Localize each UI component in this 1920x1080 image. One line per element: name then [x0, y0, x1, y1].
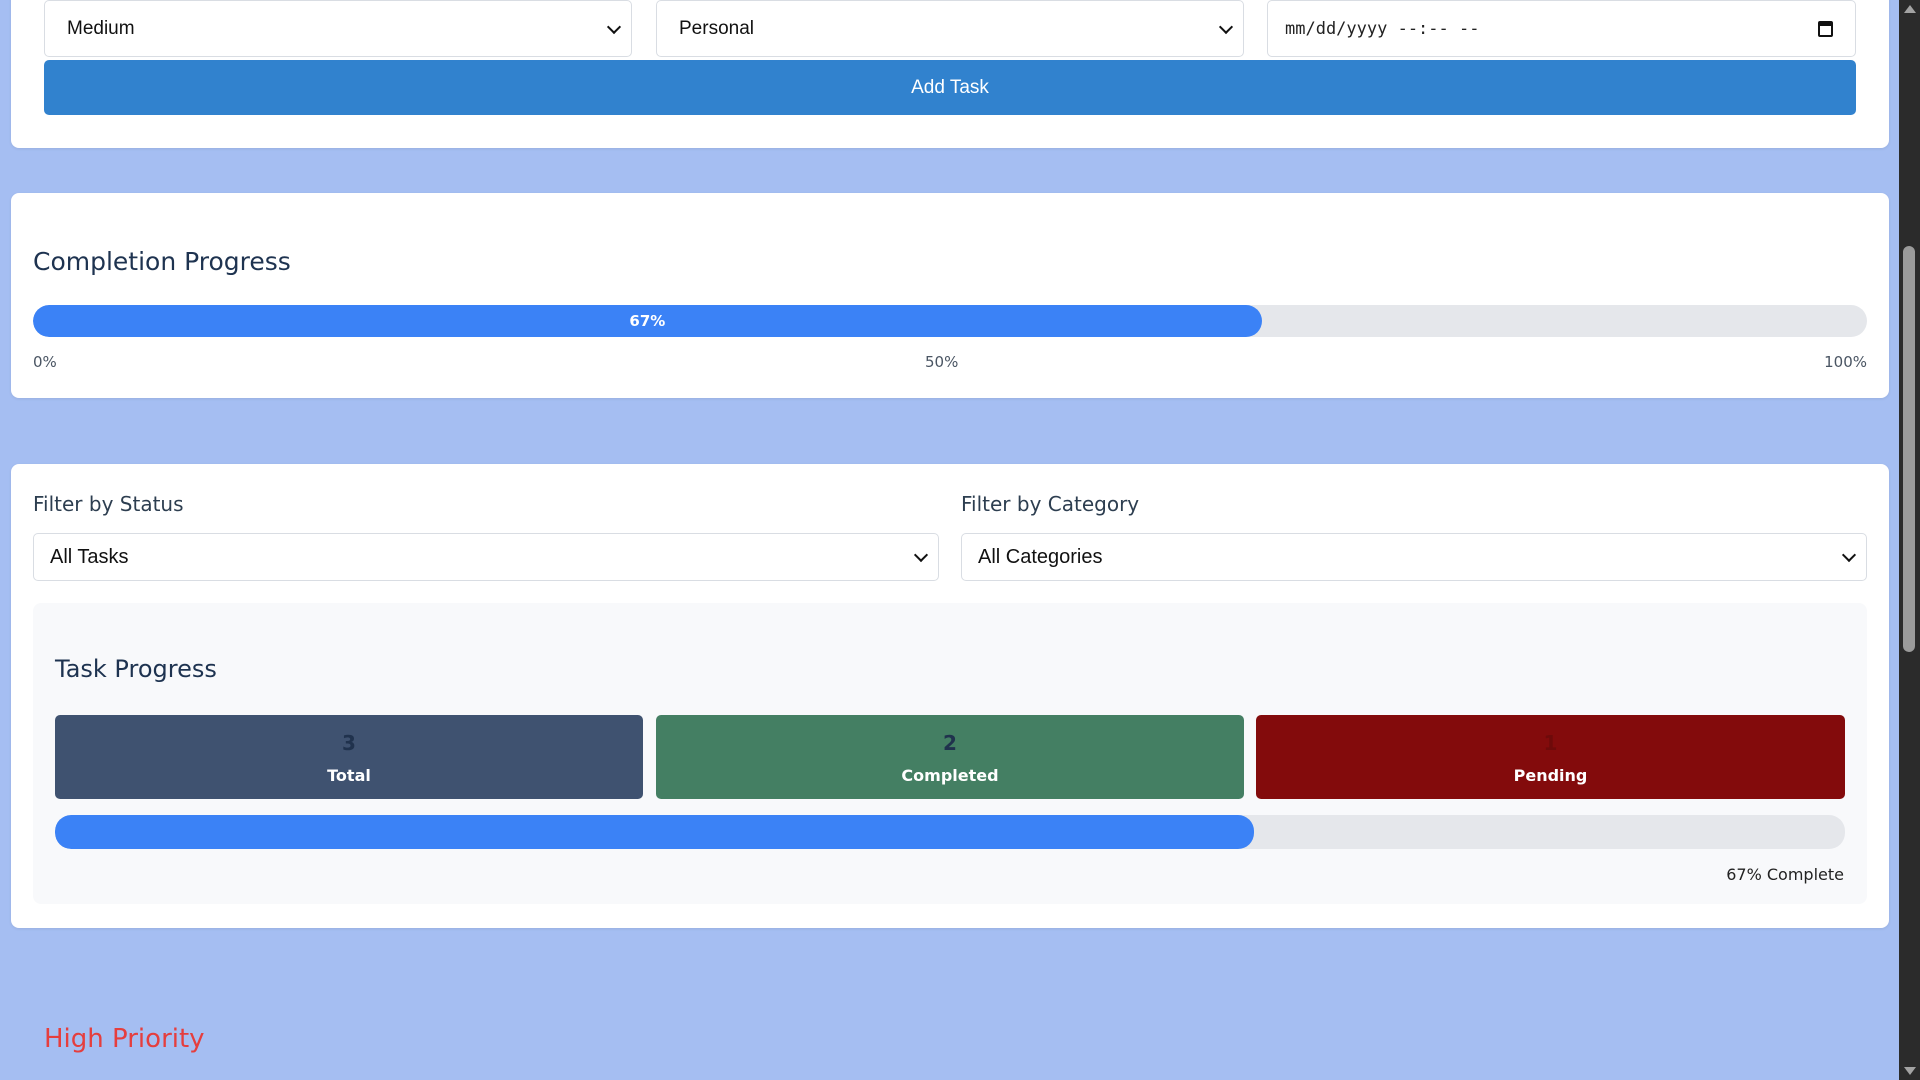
priority-select[interactable]: Medium	[44, 0, 632, 57]
stat-total: 3 Total	[55, 715, 643, 799]
stat-total-value: 3	[342, 731, 356, 755]
filter-status-select[interactable]: All Tasks	[33, 533, 939, 581]
stat-total-label: Total	[327, 766, 371, 785]
due-date-input[interactable]: mm/dd/yyyy --:-- --	[1267, 0, 1856, 57]
completion-percent-label: 67%	[629, 312, 666, 330]
scroll-down-arrow-icon[interactable]	[1904, 1067, 1916, 1075]
tick-label-50: 50%	[925, 353, 959, 371]
stat-completed: 2 Completed	[656, 715, 1244, 799]
stat-completed-label: Completed	[901, 766, 999, 785]
scrollbar-thumb[interactable]	[1903, 246, 1915, 652]
chevron-down-icon	[606, 19, 622, 34]
completion-progress-fill: 67%	[33, 305, 1262, 337]
filter-category-label: Filter by Category	[961, 492, 1140, 516]
tick-label-0: 0%	[33, 353, 57, 371]
filter-status-value: All Tasks	[50, 545, 129, 568]
task-form-card: Medium Personal mm/dd/yyyy --:-- -- Add …	[11, 0, 1889, 148]
filter-category-value: All Categories	[978, 545, 1103, 568]
task-progress-panel: Task Progress 3 Total 2 Completed 1 Pend…	[33, 603, 1867, 904]
chevron-down-icon	[1841, 547, 1857, 563]
completion-progress-track: 67%	[33, 305, 1867, 337]
completion-progress-title: Completion Progress	[33, 247, 291, 276]
filter-category-select[interactable]: All Categories	[961, 533, 1867, 581]
chevron-down-icon	[1218, 19, 1234, 34]
stat-completed-value: 2	[943, 731, 957, 755]
stat-pending-value: 1	[1543, 731, 1558, 755]
chevron-down-icon	[913, 547, 929, 563]
stat-pending-label: Pending	[1513, 766, 1588, 785]
calendar-icon[interactable]	[1818, 20, 1833, 37]
task-progress-title: Task Progress	[55, 655, 217, 683]
stat-pending: 1 Pending	[1256, 715, 1845, 799]
filter-status-label: Filter by Status	[33, 492, 184, 516]
page-scrollbar[interactable]	[1899, 0, 1920, 1080]
high-priority-title: High Priority	[44, 1024, 205, 1054]
completion-progress-card: Completion Progress 67% 0% 50% 100%	[11, 193, 1889, 398]
add-task-button[interactable]: Add Task	[44, 60, 1856, 115]
tick-label-100: 100%	[1824, 353, 1867, 371]
task-progress-track	[55, 815, 1845, 849]
category-select-value: Personal	[679, 17, 754, 39]
priority-select-value: Medium	[67, 17, 135, 39]
task-progress-fill	[55, 815, 1255, 849]
page: Medium Personal mm/dd/yyyy --:-- -- Add …	[0, 0, 1899, 1080]
scroll-up-arrow-icon[interactable]	[1904, 5, 1916, 13]
filter-card: Filter by Status All Tasks Filter by Cat…	[11, 464, 1889, 928]
category-select[interactable]: Personal	[656, 0, 1244, 57]
task-complete-text: 67% Complete	[1726, 865, 1844, 884]
due-date-placeholder: mm/dd/yyyy --:-- --	[1285, 18, 1480, 39]
